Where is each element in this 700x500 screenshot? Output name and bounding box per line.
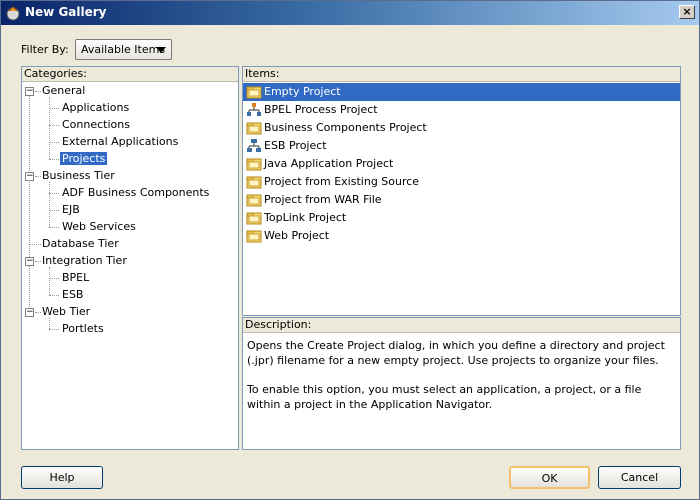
list-item-label: Project from Existing Source — [264, 175, 420, 188]
folder-icon — [246, 156, 262, 172]
close-icon[interactable]: × — [679, 5, 695, 19]
folder-icon — [246, 120, 262, 136]
folder-icon — [246, 210, 262, 226]
chevron-down-icon — [156, 47, 166, 53]
tree-node-external-applications[interactable]: External Applications — [60, 134, 180, 150]
tree-connector — [49, 108, 59, 109]
items-header: Items: — [243, 67, 680, 82]
list-item-label: TopLink Project — [264, 211, 347, 224]
list-item-label: ESB Project — [264, 139, 327, 152]
filter-by-value: Available Items — [81, 43, 166, 56]
description-paragraph: Opens the Create Project dialog, in whic… — [247, 339, 665, 367]
list-item[interactable]: ESB Project — [243, 137, 680, 155]
tree-connector — [49, 159, 59, 160]
tree-connector — [49, 329, 59, 330]
list-item[interactable]: Project from WAR File — [243, 191, 680, 209]
tree-node-projects[interactable]: Projects — [60, 151, 108, 167]
collapse-icon[interactable]: − — [25, 257, 34, 266]
bpel-process-icon — [246, 102, 262, 118]
categories-tree[interactable]: Categories: − General Applications Conne… — [21, 66, 239, 450]
new-gallery-dialog: New Gallery × Filter By: Available Items… — [0, 0, 700, 500]
collapse-icon[interactable]: − — [25, 308, 34, 317]
tree-node-bpel[interactable]: BPEL — [60, 270, 91, 286]
tree-connector — [49, 125, 59, 126]
description-header: Description: — [243, 318, 680, 333]
folder-icon — [246, 174, 262, 190]
tree-node-applications[interactable]: Applications — [60, 100, 131, 116]
tree-connector — [49, 193, 59, 194]
help-button[interactable]: Help — [21, 466, 103, 489]
tree-node-portlets[interactable]: Portlets — [60, 321, 106, 337]
cancel-button[interactable]: Cancel — [598, 466, 681, 489]
tree-node-database-tier[interactable]: Database Tier — [40, 236, 121, 252]
tree-node-label: BPEL — [62, 271, 90, 284]
list-item[interactable]: Business Components Project — [243, 119, 680, 137]
folder-icon — [246, 228, 262, 244]
list-item[interactable]: TopLink Project — [243, 209, 680, 227]
description-text: Opens the Create Project dialog, in whic… — [247, 338, 674, 426]
tree-connector — [49, 182, 50, 227]
filter-by-dropdown[interactable]: Available Items — [75, 39, 172, 60]
ok-button[interactable]: OK — [509, 466, 590, 489]
tree-node-label: Business Tier — [42, 169, 115, 182]
window-title: New Gallery — [25, 5, 107, 19]
tree-connector — [49, 267, 50, 295]
tree-node-general[interactable]: General — [40, 83, 87, 99]
tree-node-label: Projects — [60, 152, 108, 165]
tree-node-web-tier[interactable]: Web Tier — [40, 304, 92, 320]
title-bar[interactable]: New Gallery × — [1, 1, 699, 25]
tree-node-label: General — [42, 84, 86, 97]
items-list[interactable]: Items: Empty Project BPEL Process Project… — [242, 66, 681, 316]
tree-node-label: Connections — [62, 118, 130, 131]
esb-icon — [246, 138, 262, 154]
list-item[interactable]: BPEL Process Project — [243, 101, 680, 119]
tree-node-label: Applications — [62, 101, 130, 114]
tree-node-label: Database Tier — [42, 237, 119, 250]
list-item-label: Java Application Project — [264, 157, 394, 170]
list-item-label: BPEL Process Project — [264, 103, 378, 116]
tree-connector — [49, 227, 59, 228]
tree-node-adf-business-components[interactable]: ADF Business Components — [60, 185, 211, 201]
categories-header: Categories: — [22, 67, 238, 82]
tree-node-label: ESB — [62, 288, 84, 301]
tree-connector — [49, 97, 50, 159]
tree-node-label: ADF Business Components — [62, 186, 210, 199]
list-item-label: Project from WAR File — [264, 193, 382, 206]
tree-connector — [49, 278, 59, 279]
collapse-icon[interactable]: − — [25, 172, 34, 181]
tree-node-ejb[interactable]: EJB — [60, 202, 82, 218]
tree-connector — [29, 95, 30, 317]
filter-by-label: Filter By: — [21, 43, 69, 56]
tree-node-label: EJB — [62, 203, 80, 216]
tree-node-label: Web Services — [62, 220, 136, 233]
description-panel: Description: Opens the Create Project di… — [242, 317, 681, 450]
list-item[interactable]: Project from Existing Source — [243, 173, 680, 191]
tree-connector — [49, 295, 59, 296]
tree-node-label: Portlets — [62, 322, 104, 335]
tree-node-integration-tier[interactable]: Integration Tier — [40, 253, 129, 269]
tree-node-web-services[interactable]: Web Services — [60, 219, 138, 235]
list-item[interactable]: Empty Project — [243, 83, 680, 101]
tree-node-business-tier[interactable]: Business Tier — [40, 168, 117, 184]
folder-icon — [246, 192, 262, 208]
list-item-label: Business Components Project — [264, 121, 427, 134]
tree-node-connections[interactable]: Connections — [60, 117, 132, 133]
tree-node-label: External Applications — [62, 135, 179, 148]
tree-node-label: Web Tier — [42, 305, 91, 318]
list-item-label: Web Project — [264, 229, 330, 242]
list-item[interactable]: Java Application Project — [243, 155, 680, 173]
list-item[interactable]: Web Project — [243, 227, 680, 245]
tree-connector — [49, 210, 59, 211]
folder-icon — [246, 84, 262, 100]
collapse-icon[interactable]: − — [25, 87, 34, 96]
tree-node-esb[interactable]: ESB — [60, 287, 85, 303]
tree-connector — [49, 142, 59, 143]
description-paragraph: To enable this option, you must select a… — [247, 383, 642, 411]
list-item-label: Empty Project — [264, 85, 341, 98]
tree-node-label: Integration Tier — [42, 254, 127, 267]
app-icon — [6, 6, 20, 21]
